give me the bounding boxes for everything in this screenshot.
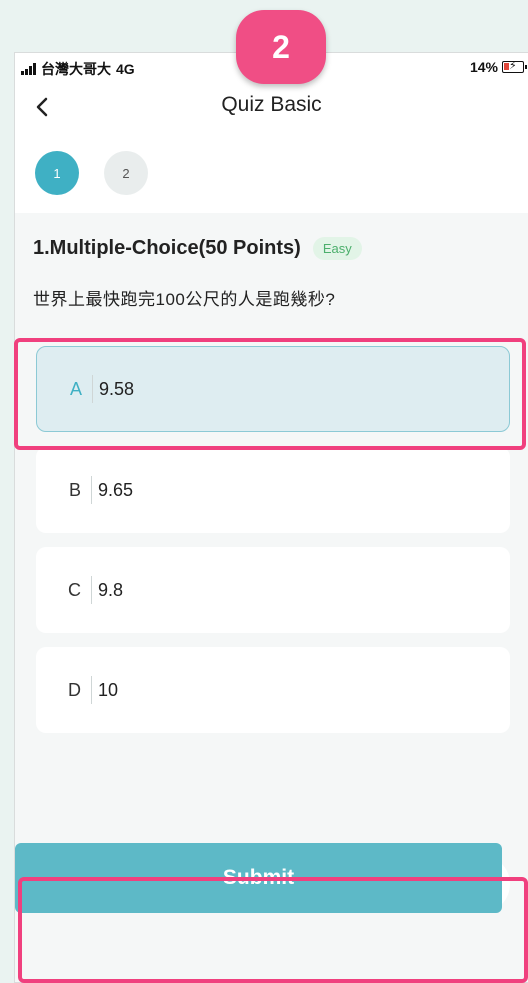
option-value: 10 xyxy=(98,679,119,700)
option-letter: D xyxy=(36,676,92,704)
signal-icon xyxy=(21,63,36,75)
option-a[interactable]: A 9.58 xyxy=(36,346,510,432)
difficulty-badge: Easy xyxy=(312,237,362,260)
carrier-name: 台灣大哥大 xyxy=(41,61,111,77)
network-type: 4G xyxy=(116,61,135,77)
option-value: 9.65 xyxy=(98,479,134,500)
question-steps: 1 2 xyxy=(35,151,148,195)
page-title: Quiz Basic xyxy=(221,93,322,116)
question-title: 1.Multiple-Choice(50 Points) xyxy=(33,237,301,259)
nav-bar: Quiz Basic xyxy=(15,89,528,125)
option-value: 9.8 xyxy=(98,579,124,600)
option-letter: A xyxy=(37,375,93,403)
question-text: 世界上最快跑完100公尺的人是跑幾秒? xyxy=(33,290,336,309)
battery-percent: 14% xyxy=(469,59,498,75)
submit-button[interactable]: Submit xyxy=(15,843,502,913)
option-d[interactable]: D 10 xyxy=(36,647,510,733)
step-2[interactable]: 2 xyxy=(104,151,148,195)
option-b[interactable]: B 9.65 xyxy=(36,447,510,533)
option-value: 9.58 xyxy=(99,378,135,399)
option-c[interactable]: C 9.8 xyxy=(36,547,510,633)
step-number-marker: 2 xyxy=(236,10,326,84)
option-letter: C xyxy=(36,576,92,604)
option-letter: B xyxy=(36,476,92,504)
battery-icon: ⚡ xyxy=(502,60,527,73)
step-1[interactable]: 1 xyxy=(35,151,79,195)
